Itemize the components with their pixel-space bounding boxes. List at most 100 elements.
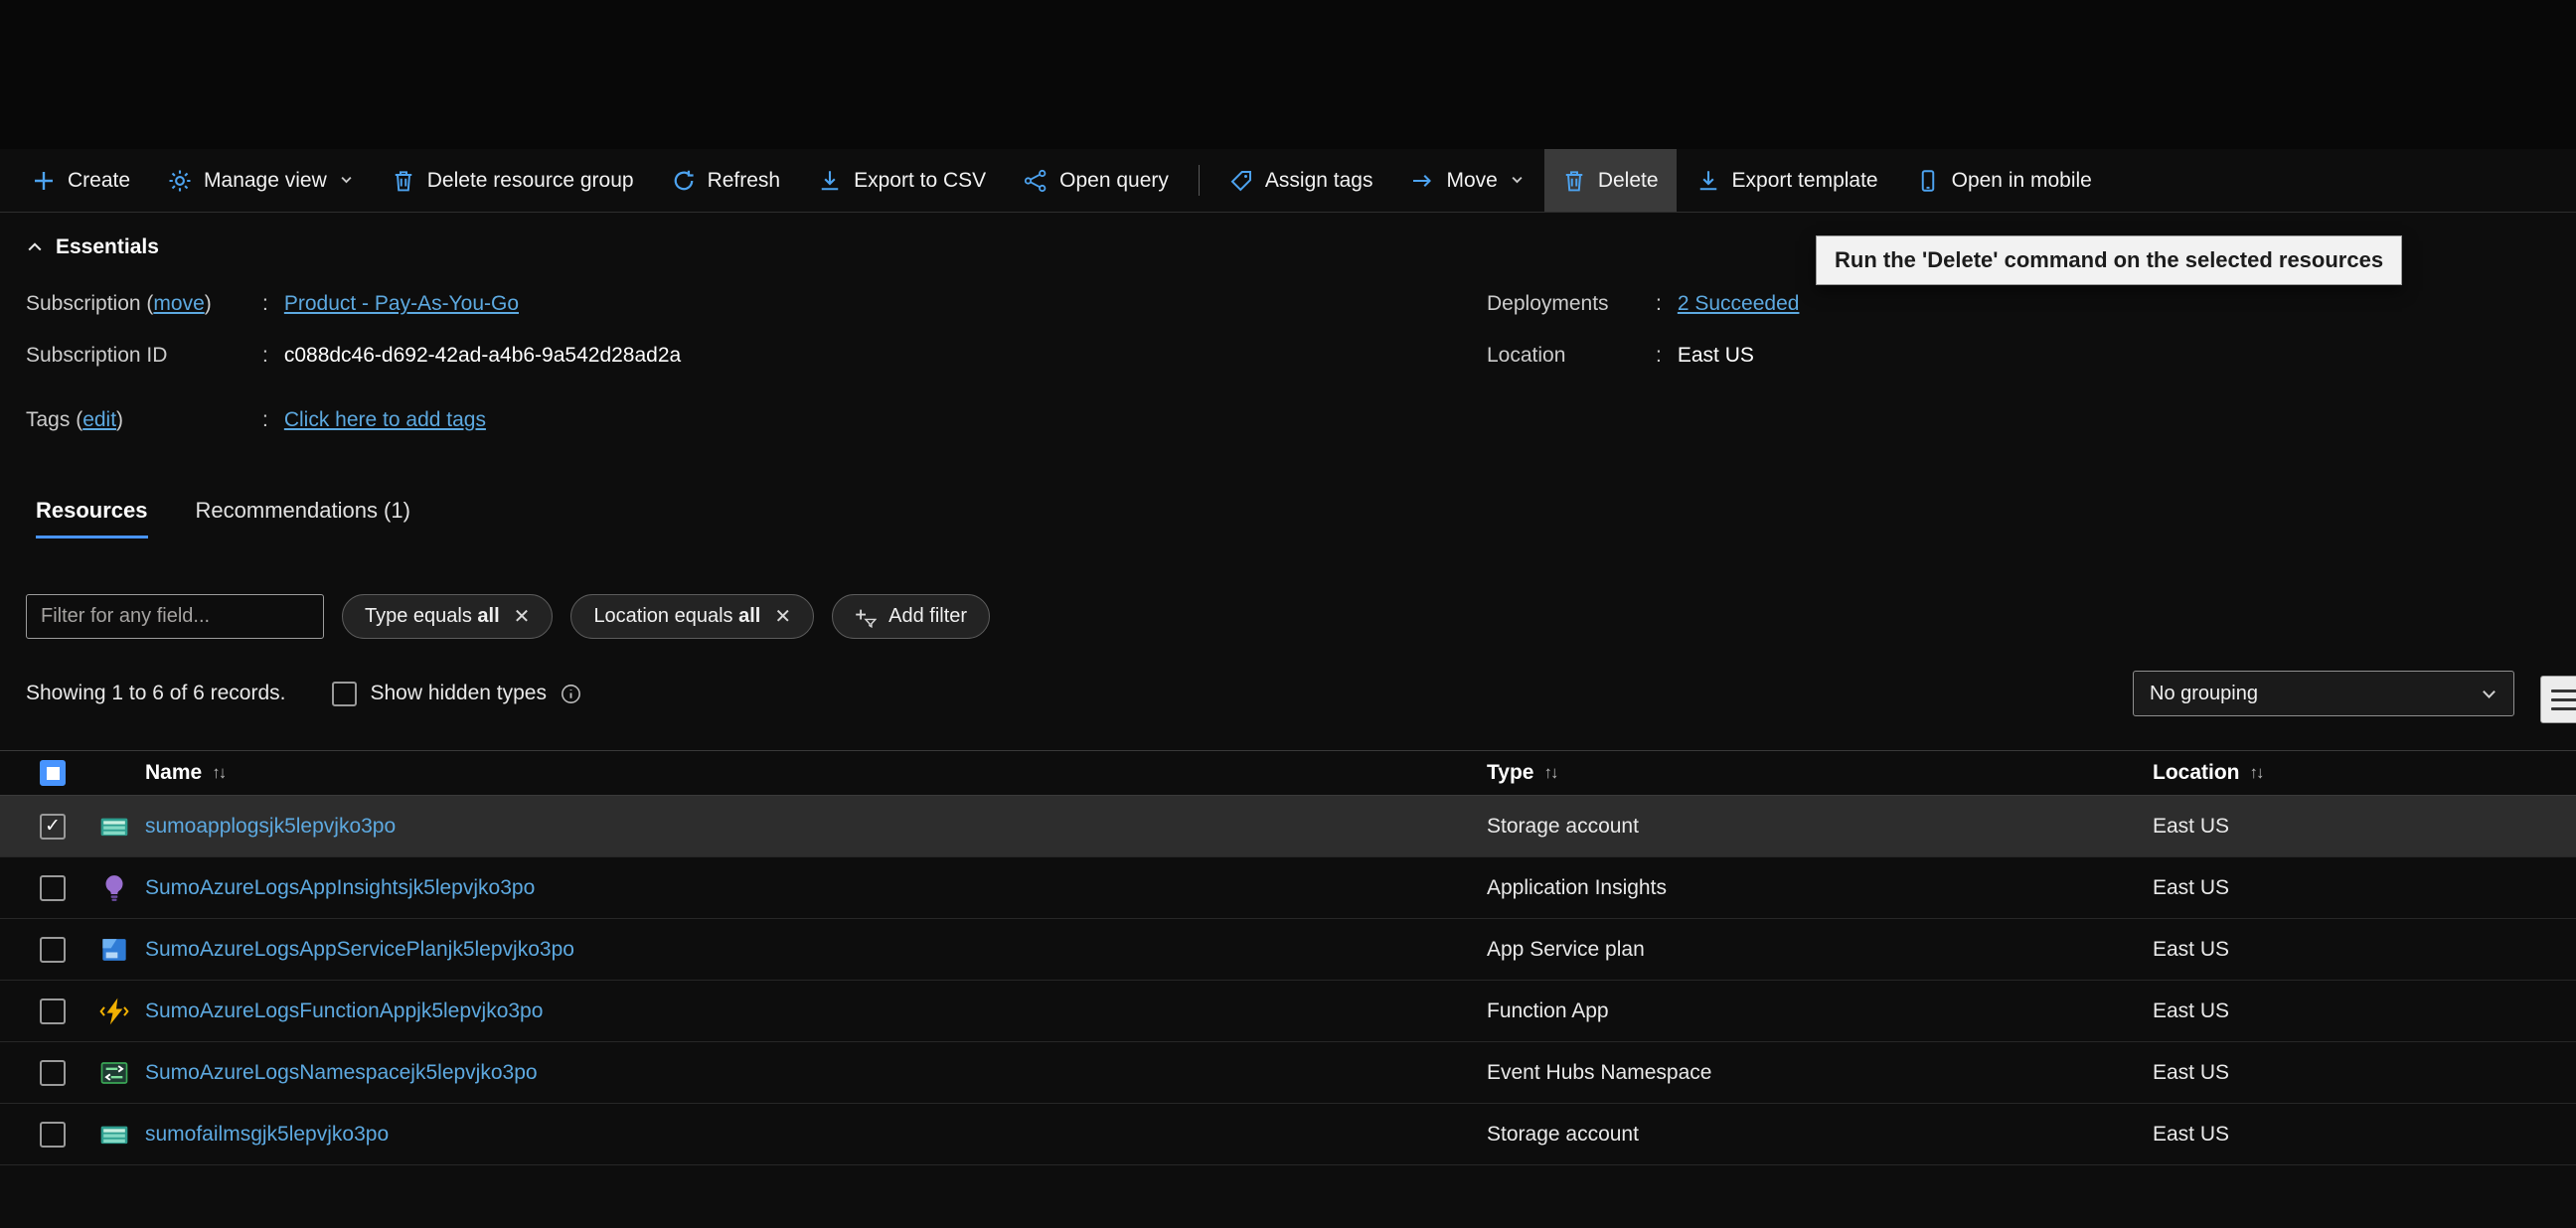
chevron-up-icon xyxy=(28,242,42,251)
storage-account-icon xyxy=(99,1120,145,1150)
grouping-value: No grouping xyxy=(2150,682,2258,704)
chevron-down-icon xyxy=(2483,690,2496,698)
resource-location: East US xyxy=(2153,1060,2230,1084)
resource-type: Application Insights xyxy=(1487,875,1667,899)
add-filter-icon xyxy=(856,609,878,628)
close-icon[interactable]: ✕ xyxy=(774,604,791,629)
gear-icon xyxy=(169,170,191,191)
location-filter-pill[interactable]: Location equals all ✕ xyxy=(570,594,815,639)
trash-icon xyxy=(395,170,412,191)
open-in-mobile-button[interactable]: Open in mobile xyxy=(1898,149,2110,212)
list-lines-icon xyxy=(2551,689,2576,692)
filter-input[interactable] xyxy=(26,594,324,639)
resource-name-link[interactable]: sumoapplogsjk5lepvjko3po xyxy=(145,815,396,838)
refresh-icon xyxy=(674,170,694,190)
export-csv-label: Export to CSV xyxy=(854,168,987,192)
export-template-button[interactable]: Export template xyxy=(1679,149,1896,212)
table-row[interactable]: ✓ sumofailmsgjk5lepvjko3po Storage accou… xyxy=(0,1104,2576,1165)
delete-resource-group-button[interactable]: Delete resource group xyxy=(374,149,652,212)
manage-view-label: Manage view xyxy=(204,168,327,192)
resource-location: East US xyxy=(2153,875,2230,899)
subscription-row: Subscription (move) : Product - Pay-As-Y… xyxy=(26,292,520,316)
view-toggle-button[interactable] xyxy=(2540,676,2576,723)
storage-account-icon xyxy=(99,812,145,842)
assign-tags-button[interactable]: Assign tags xyxy=(1211,149,1391,212)
app-service-plan-icon xyxy=(99,935,145,965)
column-header-name[interactable]: Name ↑↓ xyxy=(145,761,1487,785)
tags-edit-link[interactable]: edit xyxy=(82,408,116,431)
location-row: Location : East US xyxy=(1487,344,1754,367)
select-all-checkbox[interactable] xyxy=(40,760,66,786)
mobile-icon xyxy=(1921,169,1934,192)
tab-recommendations[interactable]: Recommendations (1) xyxy=(196,498,410,538)
tag-icon xyxy=(1230,170,1251,191)
download-icon xyxy=(821,170,839,190)
tab-resources[interactable]: Resources xyxy=(36,498,148,538)
resource-name-link[interactable]: sumofailmsgjk5lepvjko3po xyxy=(145,1123,389,1146)
row-checkbox[interactable]: ✓ xyxy=(40,1121,66,1148)
assign-tags-label: Assign tags xyxy=(1264,168,1373,192)
subscription-move-link[interactable]: move xyxy=(153,292,204,315)
move-button[interactable]: Move xyxy=(1392,149,1541,212)
manage-view-button[interactable]: Manage view xyxy=(150,149,372,212)
essentials-header[interactable]: Essentials xyxy=(26,229,159,266)
row-checkbox[interactable]: ✓ xyxy=(40,998,66,1024)
row-checkbox[interactable]: ✓ xyxy=(40,1059,66,1086)
open-query-button[interactable]: Open query xyxy=(1006,149,1187,212)
row-checkbox[interactable]: ✓ xyxy=(40,813,66,840)
resource-name-link[interactable]: SumoAzureLogsAppServicePlanjk5lepvjko3po xyxy=(145,938,574,961)
resource-type: App Service plan xyxy=(1487,937,1645,961)
delete-command-tooltip: Run the 'Delete' command on the selected… xyxy=(1816,235,2403,285)
resources-table: Name ↑↓ Type ↑↓ Location ↑↓ ✓ sumoapplogsjk… xyxy=(0,750,2576,1165)
resource-name-link[interactable]: SumoAzureLogsNamespacejk5lepvjko3po xyxy=(145,1061,538,1084)
table-header: Name ↑↓ Type ↑↓ Location ↑↓ xyxy=(0,750,2576,796)
table-row[interactable]: ✓ SumoAzureLogsAppInsightsjk5lepvjko3po … xyxy=(0,857,2576,919)
type-filter-pill[interactable]: Type equals all ✕ xyxy=(342,594,554,639)
close-icon[interactable]: ✕ xyxy=(514,604,531,629)
delete-label: Delete xyxy=(1597,168,1659,192)
resource-type: Function App xyxy=(1487,998,1609,1022)
row-checkbox[interactable]: ✓ xyxy=(40,874,66,901)
delete-button[interactable]: Delete xyxy=(1543,149,1677,212)
resource-name-link[interactable]: SumoAzureLogsFunctionAppjk5lepvjko3po xyxy=(145,999,543,1022)
create-label: Create xyxy=(68,168,131,192)
delete-resource-group-label: Delete resource group xyxy=(426,168,634,192)
column-header-location[interactable]: Location ↑↓ xyxy=(2153,761,2576,785)
resource-location: East US xyxy=(2153,814,2230,838)
export-template-label: Export template xyxy=(1731,168,1878,192)
table-row[interactable]: ✓ SumoAzureLogsNamespacejk5lepvjko3po Ev… xyxy=(0,1042,2576,1104)
open-query-label: Open query xyxy=(1059,168,1169,192)
top-spacer xyxy=(0,0,2576,149)
table-row[interactable]: ✓ sumoapplogsjk5lepvjko3po Storage accou… xyxy=(0,796,2576,857)
add-filter-button[interactable]: Add filter xyxy=(832,594,991,639)
sort-icon: ↑↓ xyxy=(2249,763,2265,782)
chevron-down-icon xyxy=(1512,176,1523,183)
deployments-link[interactable]: 2 Succeeded xyxy=(1678,292,1800,316)
show-hidden-types-checkbox[interactable]: ✓ xyxy=(331,681,357,706)
export-csv-button[interactable]: Export to CSV xyxy=(800,149,1004,212)
resource-type: Storage account xyxy=(1487,814,1639,838)
refresh-button[interactable]: Refresh xyxy=(654,149,799,212)
tab-bar: Resources Recommendations (1) xyxy=(0,498,2576,538)
query-icon xyxy=(1025,169,1046,192)
refresh-label: Refresh xyxy=(707,168,781,192)
subscription-label: Subscription (move) xyxy=(26,292,212,315)
resource-type: Storage account xyxy=(1487,1122,1639,1146)
command-bar: Create Manage view Delete resource group… xyxy=(0,149,2576,213)
function-app-icon xyxy=(99,997,145,1026)
application-insights-icon xyxy=(99,873,145,903)
row-checkbox[interactable]: ✓ xyxy=(40,936,66,963)
info-icon[interactable] xyxy=(561,684,581,704)
add-tags-link[interactable]: Click here to add tags xyxy=(284,408,486,432)
column-header-type[interactable]: Type ↑↓ xyxy=(1487,761,2153,785)
subscription-value-link[interactable]: Product - Pay-As-You-Go xyxy=(284,292,519,316)
grouping-dropdown[interactable]: No grouping xyxy=(2133,671,2514,716)
deployments-row: Deployments : 2 Succeeded xyxy=(1487,292,1800,316)
open-in-mobile-label: Open in mobile xyxy=(1951,168,2092,192)
move-arrow-icon xyxy=(1413,174,1432,187)
table-row[interactable]: ✓ SumoAzureLogsAppServicePlanjk5lepvjko3… xyxy=(0,919,2576,981)
create-button[interactable]: Create xyxy=(14,149,148,212)
resource-name-link[interactable]: SumoAzureLogsAppInsightsjk5lepvjko3po xyxy=(145,876,535,899)
table-row[interactable]: ✓ SumoAzureLogsFunctionAppjk5lepvjko3po … xyxy=(0,981,2576,1042)
resource-location: East US xyxy=(2153,998,2230,1022)
